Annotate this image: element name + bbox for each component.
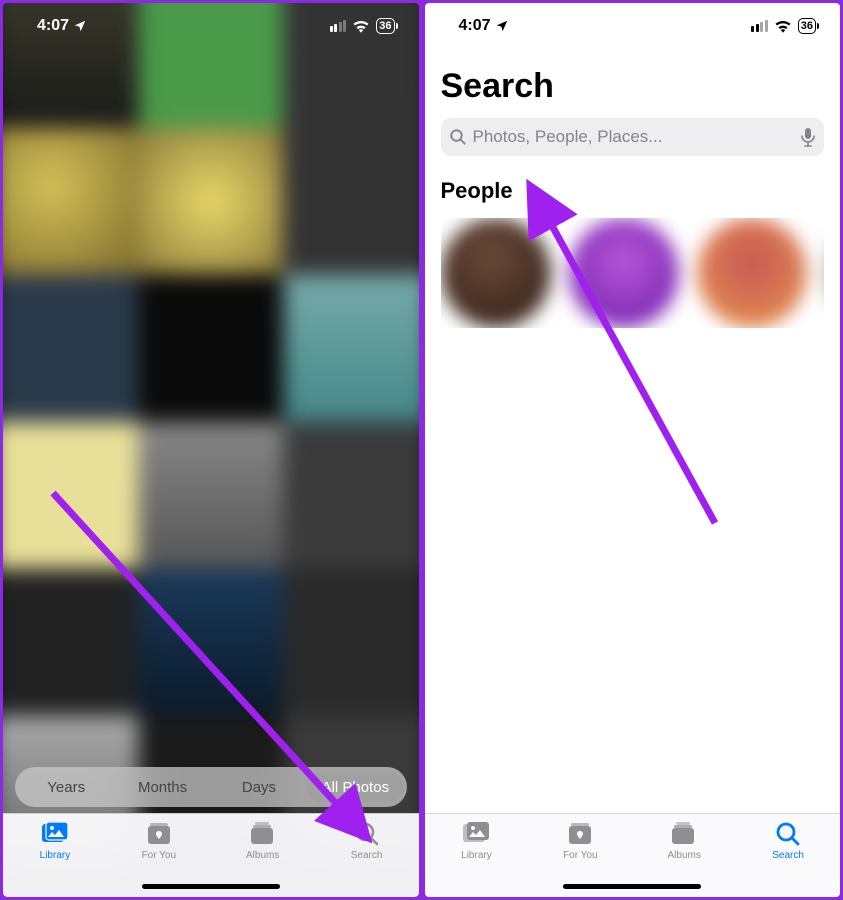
tab-label: Search <box>351 850 383 861</box>
wifi-icon <box>774 19 792 33</box>
segment-days[interactable]: Days <box>211 773 307 802</box>
person-avatar[interactable] <box>697 218 807 328</box>
segment-months[interactable]: Months <box>114 773 210 802</box>
cellular-signal-icon <box>751 20 768 32</box>
status-time: 4:07 <box>37 17 69 35</box>
people-heading: People <box>441 178 825 204</box>
tab-label: For You <box>563 850 597 861</box>
tab-label: For You <box>142 850 176 861</box>
people-row <box>441 218 825 328</box>
albums-icon <box>669 820 699 848</box>
person-avatar[interactable] <box>569 218 679 328</box>
search-icon <box>352 820 382 848</box>
search-icon <box>773 820 803 848</box>
tab-label: Albums <box>246 850 279 861</box>
search-icon <box>449 128 467 146</box>
library-icon <box>461 820 491 848</box>
location-icon <box>495 19 509 33</box>
tab-search[interactable]: Search <box>736 820 840 897</box>
battery-icon: 36 <box>798 18 816 34</box>
segment-years[interactable]: Years <box>18 773 114 802</box>
search-input[interactable] <box>473 127 795 147</box>
tab-label: Albums <box>668 850 701 861</box>
phone-search-screen: 4:07 36 Search People Library <box>425 3 841 897</box>
home-indicator[interactable] <box>142 884 280 889</box>
tab-label: Library <box>461 850 492 861</box>
location-icon <box>73 19 87 33</box>
search-field[interactable] <box>441 118 825 156</box>
tab-search[interactable]: Search <box>315 820 419 897</box>
page-title: Search <box>441 67 825 106</box>
home-indicator[interactable] <box>563 884 701 889</box>
library-view-segment[interactable]: Years Months Days All Photos <box>15 767 407 807</box>
phone-library-screen: 4:07 36 Years Months Days All Photos Lib… <box>3 3 419 897</box>
tab-label: Library <box>40 850 71 861</box>
tab-library[interactable]: Library <box>3 820 107 897</box>
person-avatar[interactable] <box>441 218 551 328</box>
status-bar: 4:07 36 <box>3 3 419 49</box>
tab-library[interactable]: Library <box>425 820 529 897</box>
battery-icon: 36 <box>376 18 394 34</box>
for-you-icon <box>565 820 595 848</box>
status-bar: 4:07 36 <box>425 3 841 49</box>
microphone-icon[interactable] <box>800 127 816 147</box>
for-you-icon <box>144 820 174 848</box>
tab-label: Search <box>772 850 804 861</box>
status-time: 4:07 <box>459 17 491 35</box>
albums-icon <box>248 820 278 848</box>
wifi-icon <box>352 19 370 33</box>
library-icon <box>40 820 70 848</box>
photo-grid[interactable] <box>3 3 419 897</box>
segment-all-photos[interactable]: All Photos <box>307 773 403 802</box>
cellular-signal-icon <box>330 20 347 32</box>
